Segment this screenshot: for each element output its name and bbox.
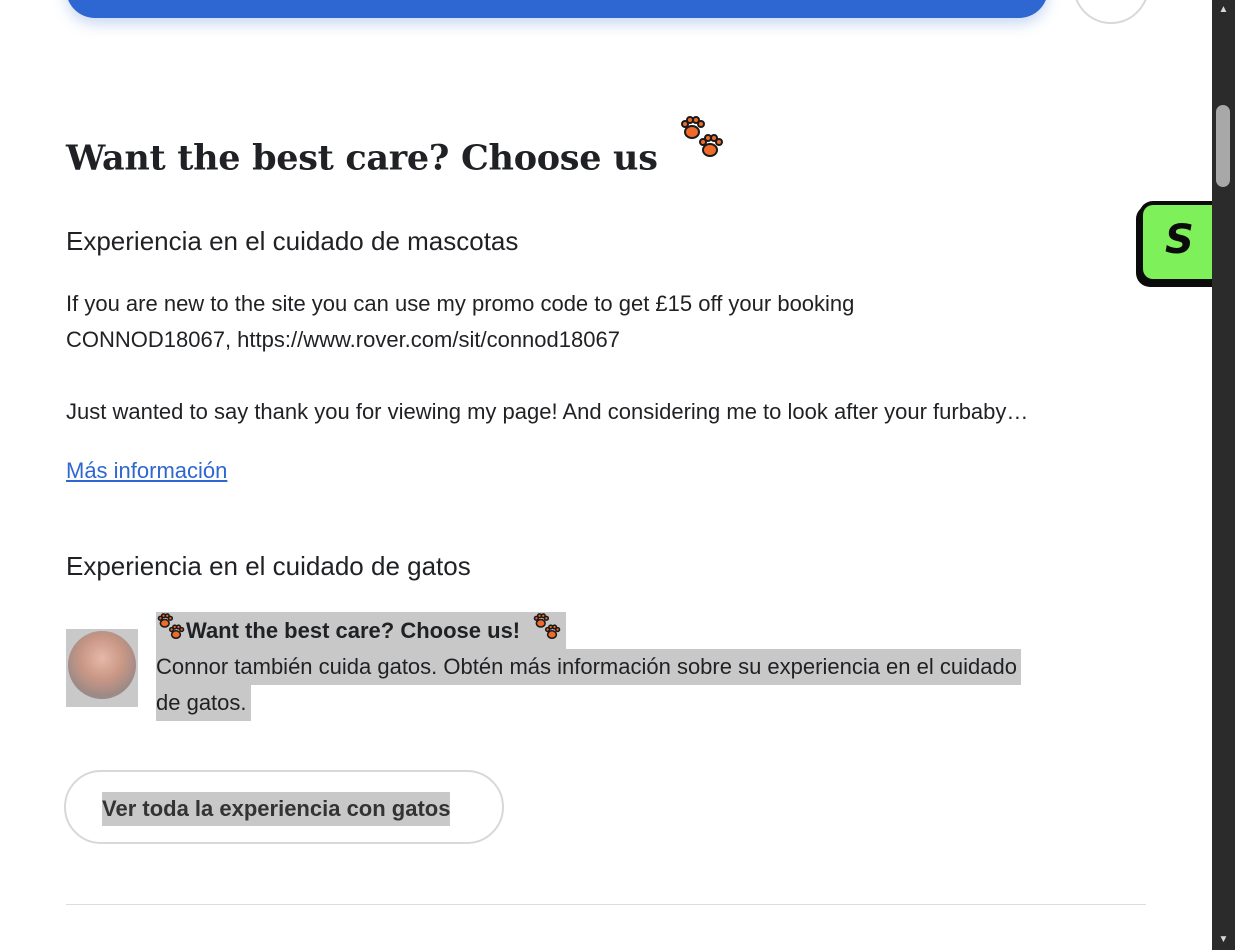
paw-prints-icon bbox=[533, 613, 561, 640]
view-all-cat-experience-label: Ver toda la experiencia con gatos bbox=[102, 792, 451, 826]
cat-message-title-text: Want the best care? Choose us! bbox=[186, 618, 521, 643]
pet-care-text-line: CONNOD18067, https://www.rover.com/sit/c… bbox=[66, 327, 620, 352]
paw-prints-icon bbox=[678, 116, 726, 184]
paw-prints-icon bbox=[157, 613, 185, 640]
more-info-link[interactable]: Más información bbox=[66, 458, 227, 484]
page-title: Want the best care? Choose us bbox=[66, 116, 726, 184]
cat-message-line: de gatos. bbox=[156, 685, 251, 721]
scroll-up-icon[interactable]: ▲ bbox=[1212, 0, 1235, 20]
avatar bbox=[66, 629, 138, 707]
badge-letter: S bbox=[1165, 217, 1194, 263]
cat-message-line: Connor también cuida gatos. Obtén más in… bbox=[156, 649, 1021, 685]
pet-care-heading: Experiencia en el cuidado de mascotas bbox=[66, 226, 519, 256]
scroll-thumb[interactable] bbox=[1216, 105, 1230, 187]
cat-care-heading: Experiencia en el cuidado de gatos bbox=[66, 551, 471, 581]
secondary-circle-button[interactable] bbox=[1073, 0, 1149, 24]
cat-care-message: Want the best care? Choose us! Connor ta… bbox=[156, 612, 1021, 721]
divider bbox=[66, 904, 1146, 905]
page-title-text: Want the best care? Choose us bbox=[66, 137, 658, 179]
scrollbar[interactable]: ▲ ▼ bbox=[1212, 0, 1235, 950]
pet-care-text-line: If you are new to the site you can use m… bbox=[66, 291, 855, 316]
primary-action-button[interactable] bbox=[66, 0, 1048, 18]
pet-care-text-line: Just wanted to say thank you for viewing… bbox=[66, 399, 1029, 424]
floating-badge-button[interactable]: S bbox=[1139, 201, 1219, 283]
scroll-down-icon[interactable]: ▼ bbox=[1212, 930, 1235, 950]
avatar-photo bbox=[68, 631, 136, 699]
view-all-cat-experience-button[interactable]: Ver toda la experiencia con gatos bbox=[64, 770, 504, 844]
cat-message-title: Want the best care? Choose us! bbox=[156, 612, 567, 649]
